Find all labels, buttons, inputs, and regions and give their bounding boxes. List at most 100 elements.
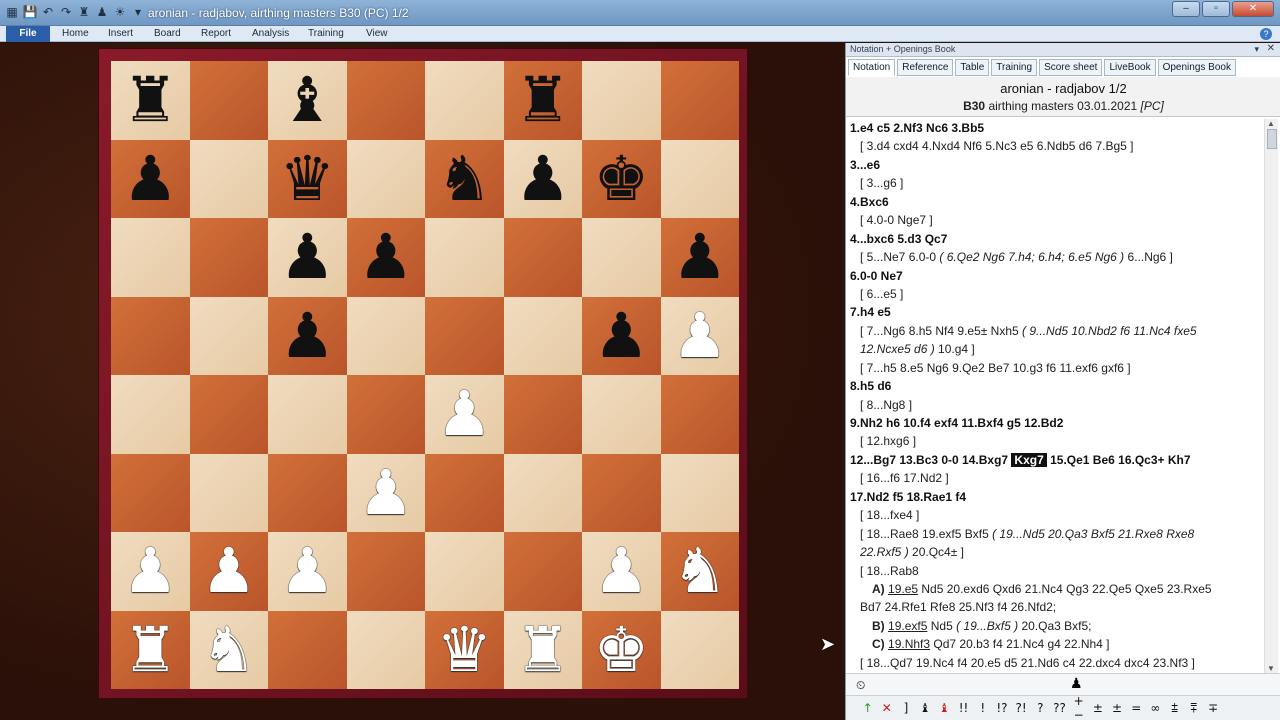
square-h4[interactable] <box>660 375 739 454</box>
app-menu-icon[interactable]: ▦ <box>4 4 20 20</box>
square-d3[interactable]: ♟ <box>346 453 425 532</box>
flip-icon[interactable]: ☀ <box>112 4 128 20</box>
minimize-button[interactable]: – <box>1172 1 1200 17</box>
variation-line[interactable]: [ 8...Ng8 ] <box>850 396 1260 414</box>
promote-variation-icon[interactable]: ↑ <box>858 701 877 715</box>
black-pawn-icon[interactable]: ♟ <box>593 304 649 367</box>
square-a8[interactable]: ♜ <box>111 61 190 140</box>
square-b4[interactable] <box>189 375 268 454</box>
square-b2[interactable]: ♟ <box>189 532 268 611</box>
subline-a[interactable]: A) 19.e5 Nd5 20.exd6 Qxd6 21.Nc4 Qg3 22.… <box>850 580 1260 598</box>
symbol-black-decisive[interactable]: +− <box>1069 694 1088 720</box>
square-c7[interactable]: ♛ <box>268 139 347 218</box>
panel-close-icon[interactable]: ✕ <box>1267 43 1275 54</box>
notation-text[interactable]: 1.e4 c5 2.Nf3 Nc6 3.Bb5 [ 3.d4 cxd4 4.Nx… <box>850 119 1260 673</box>
white-rook-icon[interactable]: ♜ <box>122 618 178 681</box>
square-c3[interactable] <box>268 453 347 532</box>
square-e5[interactable] <box>425 296 504 375</box>
current-move[interactable]: Kxg7 <box>1011 452 1047 467</box>
symbol-equal[interactable]: = <box>1127 701 1146 715</box>
symbol-black-better[interactable]: ⩱ <box>1184 701 1203 716</box>
tab-notation[interactable]: Notation <box>848 59 896 76</box>
variation-line[interactable]: [ 5...Ne7 6.0-0 ( 6.Qe2 Ng6 7.h4; 6.h4; … <box>850 248 1260 266</box>
black-bishop-icon[interactable]: ♝ <box>279 69 335 131</box>
square-f6[interactable] <box>503 218 582 297</box>
white-pawn-icon[interactable]: ♟ <box>122 540 178 602</box>
square-g4[interactable] <box>582 375 661 454</box>
black-pawn-icon[interactable]: ♟ <box>515 147 571 210</box>
chessboard[interactable]: ♜ ♝ ♜ ♟ ♛ ♞ ♟ ♚ ♟ ♟ ♟ ♟ ♟ ♟ ♟ ♟ ♟ ♟ ♟ ♟ ♞ ♜ ♞ ♛ ♜ ♚ <box>111 61 739 689</box>
square-g3[interactable] <box>582 453 661 532</box>
square-f7[interactable]: ♟ <box>503 139 582 218</box>
variation-line[interactable]: 22.Rxf5 ) 20.Qc4± ] <box>850 543 1260 561</box>
white-pawn-icon[interactable]: ♟ <box>672 304 728 367</box>
pawn-icon[interactable]: ♟ <box>94 4 110 20</box>
move-line[interactable]: 3...e6 <box>850 156 1260 174</box>
cut-icon[interactable]: ] <box>896 701 915 715</box>
variation-line[interactable]: [ 7...h5 8.e5 Ng6 9.Qe2 Be7 10.g3 f6 11.… <box>850 359 1260 377</box>
close-button[interactable]: ✕ <box>1232 1 1274 17</box>
white-pawn-icon[interactable]: ♟ <box>279 540 335 602</box>
variation-line[interactable]: [ 4.0-0 Nge7 ] <box>850 211 1260 229</box>
tab-home[interactable]: Home <box>62 26 89 42</box>
move-line[interactable]: 8.h5 d6 <box>850 377 1260 395</box>
tab-table[interactable]: Table <box>955 59 990 76</box>
square-d4[interactable] <box>346 375 425 454</box>
variation-line[interactable]: [ 6...e5 ] <box>850 285 1260 303</box>
square-c5[interactable]: ♟ <box>268 296 347 375</box>
black-pawn-icon[interactable]: ♟ <box>358 226 414 288</box>
square-c6[interactable]: ♟ <box>268 218 347 297</box>
black-queen-icon[interactable]: ♛ <box>279 147 335 210</box>
black-knight-icon[interactable]: ♞ <box>436 147 492 210</box>
white-knight-icon[interactable]: ♞ <box>201 618 257 681</box>
square-d6[interactable]: ♟ <box>346 218 425 297</box>
square-c1[interactable] <box>268 610 347 689</box>
square-f1[interactable]: ♜ <box>503 610 582 689</box>
square-g7[interactable]: ♚ <box>582 139 661 218</box>
tab-openings-book[interactable]: Openings Book <box>1157 59 1236 76</box>
tab-insert[interactable]: Insert <box>108 26 133 42</box>
notation-scrollbar[interactable]: ▲ ▼ <box>1264 119 1278 673</box>
move-line[interactable]: 1.e4 c5 2.Nf3 Nc6 3.Bb5 <box>850 119 1260 137</box>
square-e4[interactable]: ♟ <box>425 375 504 454</box>
variation-line[interactable]: 12.Ncxe5 d6 ) 10.g4 ] <box>850 340 1260 358</box>
customize-dropdown-icon[interactable]: ▾ <box>130 4 146 20</box>
redo-icon[interactable]: ↷ <box>58 4 74 20</box>
square-c2[interactable]: ♟ <box>268 532 347 611</box>
square-g2[interactable]: ♟ <box>582 532 661 611</box>
engine-icon[interactable]: ♜ <box>76 4 92 20</box>
tab-file[interactable]: File <box>6 26 50 42</box>
square-h2[interactable]: ♞ <box>660 532 739 611</box>
square-a7[interactable]: ♟ <box>111 139 190 218</box>
bishop-icon[interactable]: ♝ <box>916 701 935 715</box>
subline-b[interactable]: B) 19.exf5 Nd5 ( 19...Bxf5 ) 20.Qa3 Bxf5… <box>850 617 1260 635</box>
variation-line[interactable]: [ 3...g6 ] <box>850 174 1260 192</box>
square-d8[interactable] <box>346 61 425 140</box>
symbol-white-slightly-better[interactable]: ± <box>1088 701 1107 715</box>
square-f3[interactable] <box>503 453 582 532</box>
white-pawn-icon[interactable]: ♟ <box>358 461 414 524</box>
tab-report[interactable]: Report <box>201 26 231 42</box>
panel-dropdown-icon[interactable]: ▾ <box>1254 44 1259 55</box>
square-e7[interactable]: ♞ <box>425 139 504 218</box>
symbol-white-better[interactable]: ± <box>1107 701 1126 715</box>
variation-line[interactable]: [ 3.d4 cxd4 4.Nxd4 Nf6 5.Nc3 e5 6.Ndb5 d… <box>850 137 1260 155</box>
white-knight-icon[interactable]: ♞ <box>672 540 728 602</box>
subline-first-move[interactable]: 19.e5 <box>888 582 918 596</box>
black-rook-icon[interactable]: ♜ <box>515 69 571 131</box>
symbol-black-slightly-better[interactable]: ∓ <box>1203 701 1222 715</box>
square-e1[interactable]: ♛ <box>425 610 504 689</box>
undo-icon[interactable]: ↶ <box>40 4 56 20</box>
symbol-dubious[interactable]: ?! <box>1012 701 1031 715</box>
square-b7[interactable] <box>189 139 268 218</box>
white-pawn-icon[interactable]: ♟ <box>201 540 257 602</box>
symbol-mistake[interactable]: ? <box>1031 701 1050 715</box>
white-pawn-icon[interactable]: ♟ <box>593 540 649 602</box>
square-g5[interactable]: ♟ <box>582 296 661 375</box>
square-a6[interactable] <box>111 218 190 297</box>
pawn-icon[interactable]: ♟ <box>1070 676 1083 692</box>
delete-variation-icon[interactable]: ✕ <box>877 701 896 715</box>
variation-line[interactable]: [ 7...Ng6 8.h5 Nf4 9.e5± Nxh5 ( 9...Nd5 … <box>850 322 1260 340</box>
scroll-up-icon[interactable]: ▲ <box>1267 119 1275 128</box>
variation-line[interactable]: [ 18...Rab8 <box>850 562 1260 580</box>
